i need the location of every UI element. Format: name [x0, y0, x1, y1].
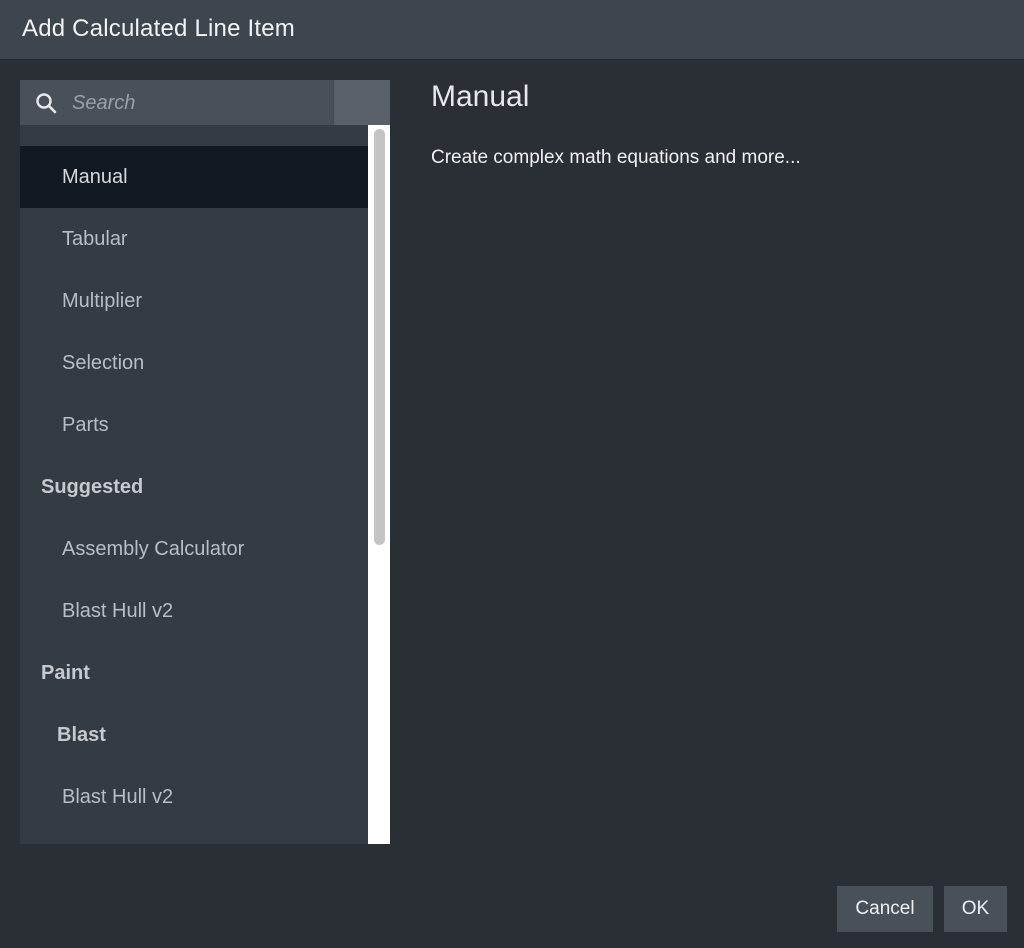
list-item-label: Paint [41, 661, 90, 684]
list-item-label: Multiplier [62, 289, 143, 312]
list-item[interactable]: Selection [20, 332, 368, 394]
ok-button[interactable]: OK [944, 886, 1007, 932]
list-category-header: Blast [20, 704, 368, 766]
list-item[interactable]: Blast Hull v2 [20, 766, 368, 828]
search-button[interactable] [333, 80, 390, 125]
list-item[interactable]: Blast Hull v2 [20, 580, 368, 642]
list-item-label: Assembly Calculator [62, 537, 245, 560]
item-type-list: Manual Tabular Multiplier Selection Parts Sug… [20, 125, 368, 844]
list-item-label: Blast [57, 723, 106, 746]
list-item[interactable]: Parts [20, 394, 368, 456]
search-icon [35, 92, 57, 114]
search-input[interactable] [72, 86, 350, 120]
list-item[interactable]: Multiplier [20, 270, 368, 332]
item-type-panel: Manual Tabular Multiplier Selection Parts Sug… [20, 80, 390, 844]
list-item-label: Blast Hull v2 [62, 785, 174, 808]
detail-description: Create complex math equations and more..… [431, 147, 801, 168]
list-item-label: Selection [62, 351, 145, 374]
scrollbar[interactable] [368, 125, 390, 844]
list-item-label: Parts [62, 413, 109, 436]
scrollbar-thumb[interactable] [374, 129, 385, 545]
detail-title: Manual [431, 80, 530, 113]
list-item-label: Tabular [62, 227, 128, 250]
dialog-title: Add Calculated Line Item [22, 15, 295, 42]
list-item-label: Suggested [41, 475, 144, 498]
cancel-button[interactable]: Cancel [837, 886, 933, 932]
list-item[interactable]: Tabular [20, 208, 368, 270]
list-item-label: Blast Hull v2 [62, 599, 174, 622]
list-category-header: Paint [20, 642, 368, 704]
search-bar [20, 80, 390, 125]
list-item[interactable]: Manual [20, 146, 368, 208]
title-bar: Add Calculated Line Item [0, 0, 1024, 60]
list-item[interactable]: Assembly Calculator [20, 518, 368, 580]
dialog: Add Calculated Line Item Manual Tabular Mu… [0, 0, 1024, 948]
list-item-label: Manual [62, 165, 128, 188]
list-category-header: Suggested [20, 456, 368, 518]
